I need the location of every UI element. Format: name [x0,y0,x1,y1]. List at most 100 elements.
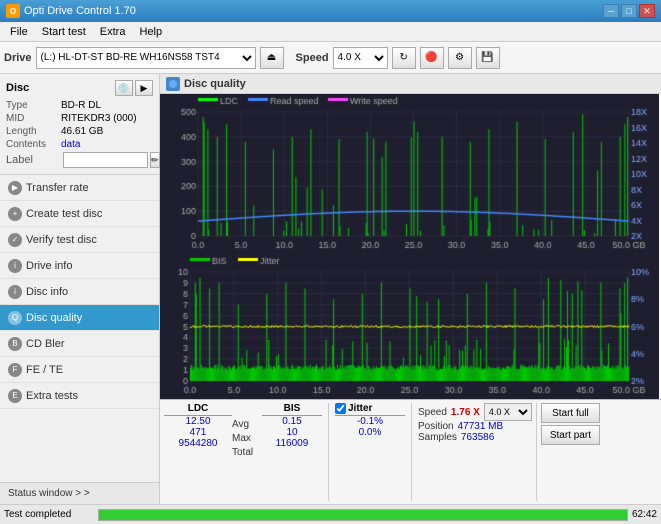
app-title: Opti Drive Control 1.70 [24,5,136,17]
status-window-label: Status window > > [8,488,90,499]
disc-contents-label: Contents [6,139,61,150]
speed-current-row: Speed 1.76 X 4.0 X [418,403,532,421]
disc-title: Disc [6,82,29,94]
disc-label-input[interactable] [63,152,148,168]
menu-file[interactable]: File [4,24,34,40]
bis-chart-container [160,254,661,399]
sidebar-item-create-test-disc[interactable]: + Create test disc [0,201,159,227]
menu-start-test[interactable]: Start test [36,24,92,40]
bis-max: 10 [286,427,297,438]
sidebar-item-label: FE / TE [26,364,63,376]
start-part-button[interactable]: Start part [541,425,600,445]
maximize-button[interactable]: □ [621,4,637,18]
bis-avg: 0.15 [282,416,301,427]
speed-label: Speed [296,52,329,64]
disc-length-label: Length [6,126,61,137]
sidebar-item-label: Drive info [26,260,72,272]
drive-label: Drive [4,52,32,64]
sidebar-nav: ▶ Transfer rate + Create test disc ✓ Ver… [0,175,159,482]
settings-button[interactable]: ⚙ [448,47,472,69]
panel-title: Disc quality [184,78,246,90]
drive-info-icon: i [8,259,22,273]
speed-stats: Speed 1.76 X 4.0 X Position 47731 MB Sam… [418,403,532,443]
divider-1 [328,403,329,501]
max-label: Max [232,431,251,445]
samples-value: 763586 [461,432,494,443]
bottom-bar: Test completed 62:42 [0,504,661,524]
jitter-max: 0.0% [335,427,405,438]
burn-button[interactable]: 🔴 [420,47,444,69]
time-display: 62:42 [632,509,657,520]
bis-stats: BIS 0.15 10 116009 [262,403,322,449]
start-full-button[interactable]: Start full [541,403,600,423]
sidebar-item-label: Transfer rate [26,182,89,194]
charts-container: LDC 12.50 471 9544280 Avg Max Total BIS … [160,94,661,504]
close-button[interactable]: ✕ [639,4,655,18]
sidebar-item-verify-test-disc[interactable]: ✓ Verify test disc [0,227,159,253]
sidebar-item-fe-te[interactable]: F FE / TE [0,357,159,383]
panel-header: Disc quality [160,74,661,94]
jitter-checkbox[interactable] [335,403,346,414]
disc-contents-value: data [61,139,80,150]
samples-label: Samples [418,432,457,443]
verify-test-disc-icon: ✓ [8,233,22,247]
jitter-avg: -0.1% [335,416,405,427]
disc-mid-label: MID [6,113,61,124]
disc-icons: 💿 ▶ [115,80,153,96]
speed-current-label: Speed [418,407,447,418]
disc-icon-2[interactable]: ▶ [135,80,153,96]
menubar: File Start test Extra Help [0,22,661,42]
disc-label-label: Label [6,154,61,166]
ldc-header: LDC [164,403,232,416]
sidebar-item-disc-quality[interactable]: Q Disc quality [0,305,159,331]
sidebar-item-cd-bler[interactable]: B CD Bler [0,331,159,357]
app-icon: O [6,4,20,18]
ldc-max: 471 [190,427,207,438]
create-test-disc-icon: + [8,207,22,221]
menu-extra[interactable]: Extra [94,24,132,40]
progress-bar [98,509,628,521]
sidebar-item-disc-info[interactable]: i Disc info [0,279,159,305]
save-button[interactable]: 💾 [476,47,500,69]
disc-label-icon[interactable]: ✏ [150,152,160,168]
stats-section: LDC 12.50 471 9544280 Avg Max Total BIS … [160,399,661,504]
position-label: Position [418,421,454,432]
main-content: Disc 💿 ▶ Type BD-R DL MID RITEKDR3 (000)… [0,74,661,504]
bis-total: 116009 [276,438,309,449]
bis-chart [160,254,659,399]
refresh-button[interactable]: ↻ [392,47,416,69]
minimize-button[interactable]: ─ [603,4,619,18]
jitter-header-label: Jitter [348,403,372,414]
disc-section: Disc 💿 ▶ Type BD-R DL MID RITEKDR3 (000)… [0,74,159,175]
disc-label-row: Label ✏ [6,152,153,168]
progress-bar-fill [99,510,627,520]
disc-type-label: Type [6,100,61,111]
sidebar-item-extra-tests[interactable]: E Extra tests [0,383,159,409]
ldc-chart [160,94,659,254]
fe-te-icon: F [8,363,22,377]
row-labels: Avg Max Total [232,403,262,459]
disc-icon-1[interactable]: 💿 [115,80,133,96]
speed-select[interactable]: 4.0 X [333,47,388,69]
ldc-chart-container [160,94,661,254]
avg-label: Avg [232,417,249,431]
sidebar-item-transfer-rate[interactable]: ▶ Transfer rate [0,175,159,201]
jitter-stats: Jitter -0.1% 0.0% [335,403,405,438]
drive-select[interactable]: (L:) HL-DT-ST BD-RE WH16NS58 TST4 [36,47,256,69]
menu-help[interactable]: Help [133,24,168,40]
eject-button[interactable]: ⏏ [260,47,284,69]
speed-dropdown[interactable]: 4.0 X [484,403,532,421]
status-window-button[interactable]: Status window > > [0,482,159,504]
transfer-rate-icon: ▶ [8,181,22,195]
position-row: Position 47731 MB [418,421,532,432]
disc-length-value: 46.61 GB [61,126,103,137]
extra-tests-icon: E [8,389,22,403]
sidebar-item-label: Verify test disc [26,234,97,246]
disc-contents-row: Contents data [6,139,153,150]
titlebar-left: O Opti Drive Control 1.70 [6,4,136,18]
sidebar-item-label: Create test disc [26,208,102,220]
sidebar-item-drive-info[interactable]: i Drive info [0,253,159,279]
disc-length-row: Length 46.61 GB [6,126,153,137]
disc-header: Disc 💿 ▶ [6,80,153,96]
disc-quality-icon: Q [8,311,22,325]
